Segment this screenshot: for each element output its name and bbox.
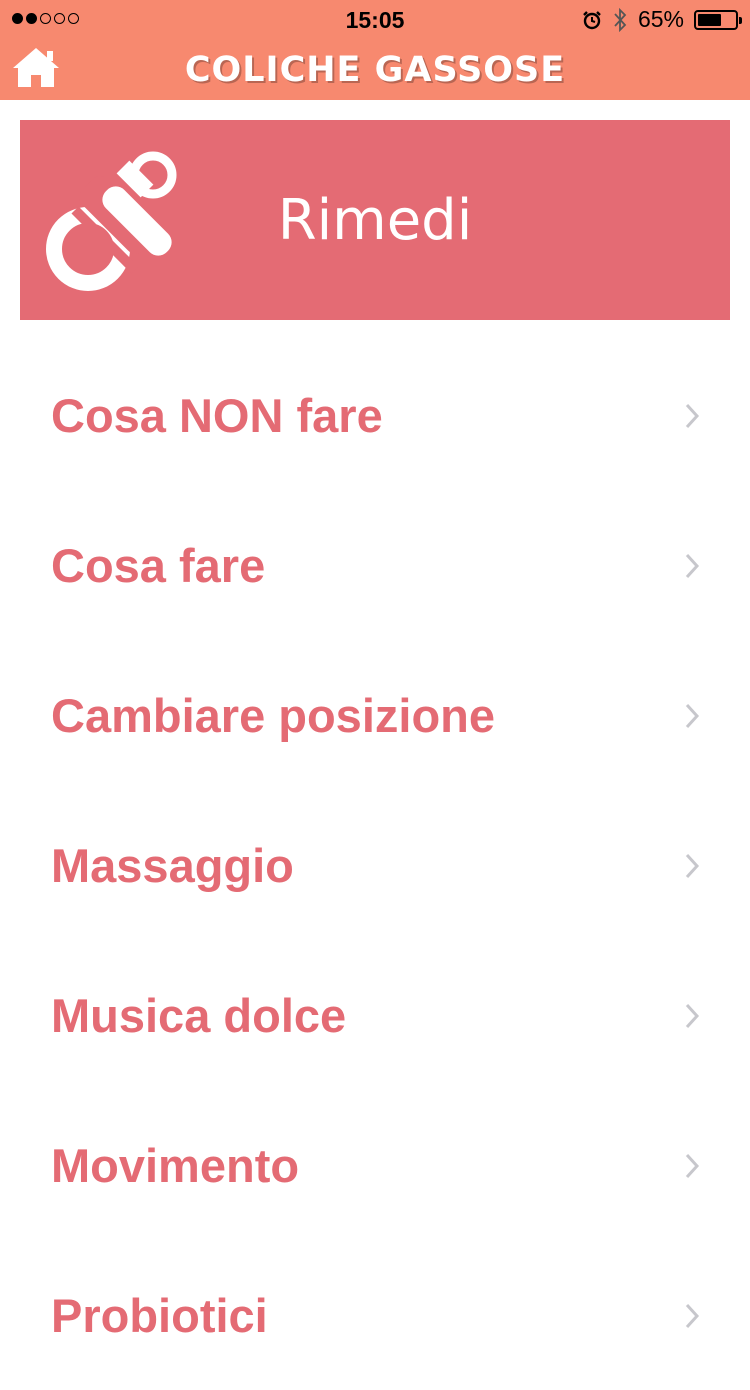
chevron-right-icon bbox=[685, 553, 700, 579]
list-item-cosa-fare[interactable]: Cosa fare bbox=[0, 490, 750, 640]
chevron-right-icon bbox=[685, 1003, 700, 1029]
remedies-list: Cosa NON fare Cosa fare Cambiare posizio… bbox=[0, 340, 750, 1390]
navigation-bar: COLICHE GASSOSE bbox=[0, 40, 750, 100]
section-header: Rimedi bbox=[20, 120, 730, 320]
list-item-movimento[interactable]: Movimento bbox=[0, 1090, 750, 1240]
battery-fill bbox=[698, 13, 722, 26]
status-right: 65% bbox=[582, 6, 742, 33]
list-item-label: Probiotici bbox=[51, 1289, 268, 1342]
chevron-right-icon bbox=[685, 403, 700, 429]
alarm-icon bbox=[583, 10, 601, 29]
chevron-right-icon bbox=[685, 1303, 700, 1329]
battery-cap bbox=[739, 16, 742, 24]
bluetooth-icon bbox=[614, 7, 627, 32]
list-item-label: Cosa NON fare bbox=[51, 389, 383, 442]
chevron-right-icon bbox=[685, 703, 700, 729]
battery-icon bbox=[694, 9, 742, 30]
chevron-right-icon bbox=[685, 853, 700, 879]
list-item-cosa-non-fare[interactable]: Cosa NON fare bbox=[0, 340, 750, 490]
list-item-massaggio[interactable]: Massaggio bbox=[0, 790, 750, 940]
list-item-cambiare-posizione[interactable]: Cambiare posizione bbox=[0, 640, 750, 790]
list-item-label: Movimento bbox=[51, 1139, 300, 1192]
app-title: COLICHE GASSOSE bbox=[184, 50, 566, 90]
section-title: Rimedi bbox=[277, 188, 473, 253]
status-bar: 15:05 65% bbox=[0, 0, 750, 40]
list-item-label: Massaggio bbox=[51, 839, 294, 892]
list-item-label: Musica dolce bbox=[51, 989, 347, 1042]
list-item-probiotici[interactable]: Probiotici bbox=[0, 1240, 750, 1390]
list-item-label: Cosa fare bbox=[51, 539, 266, 592]
list-item-label: Cambiare posizione bbox=[51, 689, 495, 742]
battery-percent: 65% bbox=[637, 6, 684, 32]
list-item-musica-dolce[interactable]: Musica dolce bbox=[0, 940, 750, 1090]
chevron-right-icon bbox=[685, 1153, 700, 1179]
